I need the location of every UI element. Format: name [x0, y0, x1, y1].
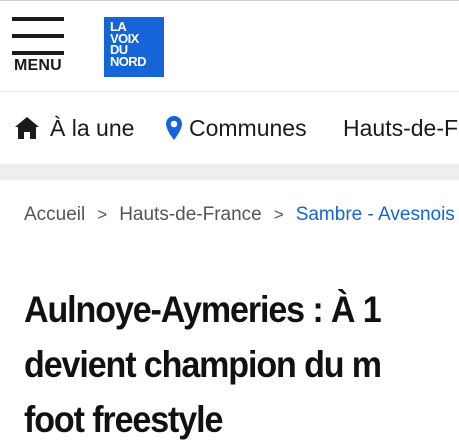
hamburger-icon — [12, 17, 64, 21]
nav-item-label: À la une — [50, 114, 135, 141]
article-content: Accueil > Hauts-de-France > Sambre - Ave… — [0, 180, 459, 446]
menu-label: MENU — [14, 57, 62, 74]
article-title-line: Aulnoye-Aymeries : À 1 — [24, 289, 382, 330]
nav-item-label: Hauts-de-France — [343, 114, 459, 141]
menu-button[interactable]: MENU — [10, 15, 66, 79]
home-icon — [14, 116, 40, 140]
breadcrumb-separator: > — [273, 205, 284, 224]
article-title-line: foot freestyle — [24, 399, 223, 440]
site-header: MENU La Voix du Nord — [0, 0, 459, 91]
nav-item-communes[interactable]: Communes — [165, 92, 307, 164]
site-logo[interactable]: La Voix du Nord — [104, 17, 164, 77]
breadcrumb: Accueil > Hauts-de-France > Sambre - Ave… — [24, 204, 455, 226]
location-pin-icon — [165, 115, 183, 141]
breadcrumb-separator: > — [97, 205, 108, 224]
article-title: Aulnoye-Aymeries : À 1 devient champion … — [24, 282, 459, 447]
hamburger-icon-bar — [12, 34, 64, 38]
hamburger-icon-bar — [12, 51, 64, 55]
main-navigation: À la une Communes Hauts-de-France — [0, 91, 459, 165]
section-divider — [0, 164, 459, 180]
article-title-line: devient champion du m — [24, 344, 382, 385]
breadcrumb-item-sambre-avesnois[interactable]: Sambre - Avesnois — [296, 204, 455, 226]
logo-line: Nord — [110, 53, 146, 69]
nav-item-a-la-une[interactable]: À la une — [14, 92, 134, 164]
breadcrumb-item-hauts-de-france[interactable]: Hauts-de-France — [119, 204, 262, 226]
nav-item-hauts-de-france[interactable]: Hauts-de-France — [343, 92, 459, 164]
nav-item-label: Communes — [189, 114, 307, 141]
breadcrumb-item-accueil[interactable]: Accueil — [24, 204, 85, 226]
